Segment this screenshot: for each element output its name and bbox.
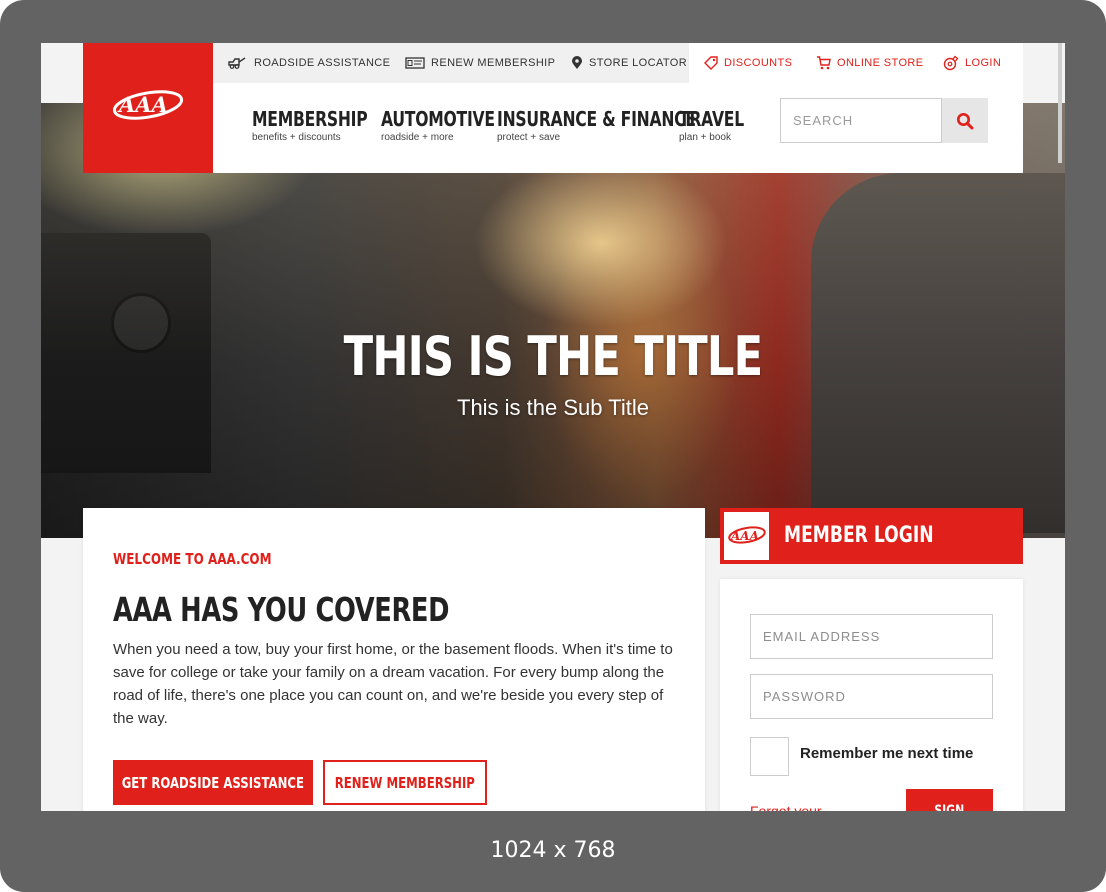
welcome-card: WELCOME TO AAA.COM AAA HAS YOU COVERED W…	[83, 508, 705, 811]
utility-online-store[interactable]: ONLINE STORE	[816, 43, 924, 83]
utility-store-locator[interactable]: STORE LOCATOR	[571, 43, 687, 83]
browser-viewport: THIS IS THE TITLE This is the Sub Title …	[41, 43, 1065, 811]
tow-truck-icon	[228, 57, 246, 69]
utility-roadside-assistance[interactable]: ROADSIDE ASSISTANCE	[228, 43, 390, 83]
member-login-panel: Remember me next time Forgot your SIGN	[720, 579, 1023, 811]
svg-text:AAA: AAA	[117, 92, 168, 117]
email-field[interactable]	[750, 614, 993, 659]
welcome-heading: AAA HAS YOU COVERED	[113, 590, 450, 629]
button-label: GET ROADSIDE ASSISTANCE	[121, 773, 305, 792]
nav-travel[interactable]: TRAVEL plan + book	[679, 107, 762, 143]
viewport-size-caption: 1024 x 768	[490, 838, 616, 863]
password-field[interactable]	[750, 674, 993, 719]
remember-me-checkbox[interactable]	[750, 737, 789, 776]
nav-title: MEMBERSHIP	[252, 107, 368, 131]
utility-renew-membership[interactable]: RENEW MEMBERSHIP	[405, 43, 555, 83]
search-input[interactable]	[780, 98, 942, 143]
search-icon	[957, 112, 974, 129]
nav-title: INSURANCE & FINANCE	[497, 107, 696, 131]
renew-membership-button[interactable]: RENEW MEMBERSHIP	[323, 760, 487, 805]
membership-card-icon	[405, 57, 425, 69]
button-label: RENEW MEMBERSHIP	[334, 773, 476, 792]
site-header: AAA ROADSIDE ASSISTANCE RENEW MEMBERSHIP…	[83, 43, 1023, 173]
utility-label: ONLINE STORE	[837, 57, 924, 69]
utility-discounts[interactable]: DISCOUNTS	[704, 43, 792, 83]
location-pin-icon	[572, 56, 582, 69]
tag-icon	[704, 56, 718, 70]
search-button[interactable]	[942, 98, 988, 143]
button-label: SIGN	[934, 803, 965, 811]
member-login-header: AAA MEMBER LOGIN	[720, 508, 1023, 564]
utility-label: STORE LOCATOR	[589, 57, 688, 69]
sign-in-button[interactable]: SIGN	[906, 789, 993, 811]
svg-text:AAA: AAA	[730, 529, 759, 543]
utility-label: ROADSIDE ASSISTANCE	[254, 57, 391, 69]
utility-label: RENEW MEMBERSHIP	[431, 57, 556, 69]
utility-label: LOGIN	[965, 57, 1002, 69]
aaa-logo-icon: AAA	[728, 526, 766, 544]
utility-label: DISCOUNTS	[724, 57, 793, 69]
welcome-eyebrow: WELCOME TO AAA.COM	[113, 550, 272, 568]
nav-title: TRAVEL	[679, 107, 744, 131]
nav-title: AUTOMOTIVE	[381, 107, 495, 131]
nav-subtitle: plan + book	[679, 132, 731, 143]
welcome-body: When you need a tow, buy your first home…	[113, 641, 673, 727]
cart-icon	[817, 56, 831, 70]
nav-membership[interactable]: MEMBERSHIP benefits + discounts	[252, 107, 400, 143]
aaa-logo-icon: AAA	[112, 90, 184, 120]
device-frame: THIS IS THE TITLE This is the Sub Title …	[0, 0, 1106, 892]
get-roadside-assistance-button[interactable]: GET ROADSIDE ASSISTANCE	[113, 760, 313, 805]
nav-subtitle: benefits + discounts	[252, 132, 341, 143]
page-scrollbar[interactable]	[1058, 43, 1062, 163]
login-aaa-logo: AAA	[724, 512, 769, 560]
remember-me-label: Remember me next time	[800, 745, 974, 762]
member-login-title: MEMBER LOGIN	[784, 523, 934, 548]
hero-title: THIS IS THE TITLE	[343, 325, 763, 388]
aaa-logo[interactable]: AAA	[83, 43, 213, 173]
utility-login[interactable]: LOGIN	[943, 43, 1001, 83]
login-lock-icon	[943, 55, 959, 71]
forgot-password-link[interactable]: Forgot your	[750, 803, 822, 811]
hero-subtitle: This is the Sub Title	[457, 395, 649, 420]
